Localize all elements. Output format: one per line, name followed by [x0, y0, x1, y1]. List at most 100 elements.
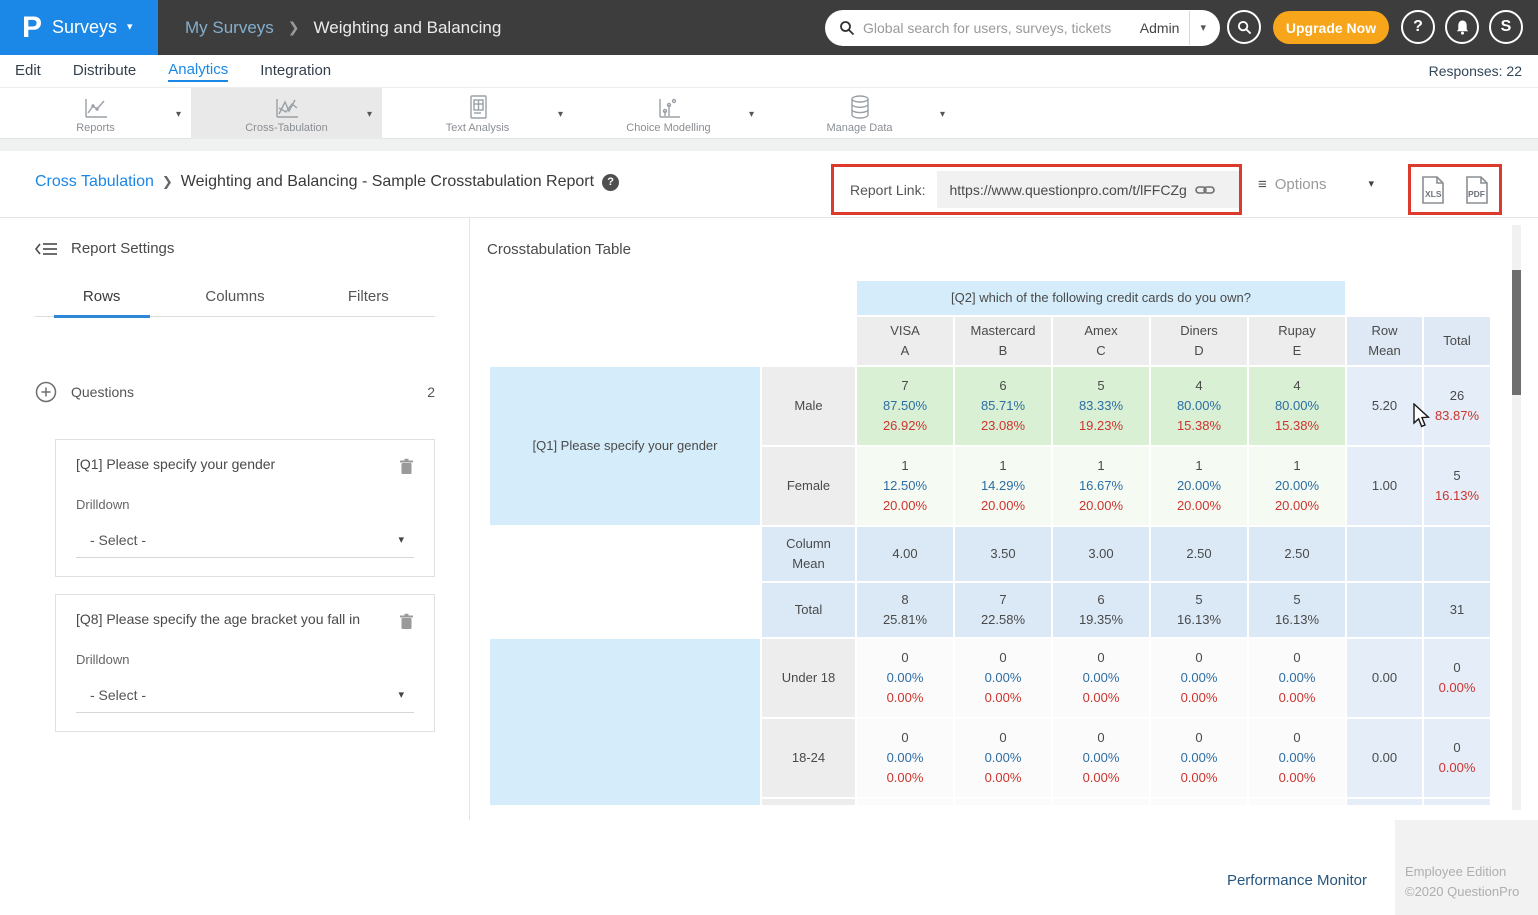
drilldown-select[interactable]: - Select - ▾ — [76, 526, 414, 558]
performance-monitor-link[interactable]: Performance Monitor — [1227, 872, 1367, 889]
nav-integration[interactable]: Integration — [260, 62, 331, 81]
tab-filters[interactable]: Filters — [302, 280, 435, 316]
row-total-cell — [1424, 527, 1490, 581]
data-cell: 2.50 — [1151, 527, 1247, 581]
row-header-cell: Under 18 — [762, 639, 855, 717]
data-cell: 3.00 — [1053, 527, 1149, 581]
data-cell: 3.50 — [955, 527, 1051, 581]
notifications-button[interactable] — [1445, 10, 1479, 44]
row-mean-cell — [1347, 527, 1422, 581]
crosstab-table-title: Crosstabulation Table — [487, 241, 631, 258]
settings-title: Report Settings — [71, 240, 174, 257]
tool-manage-data[interactable]: Manage Data ▾ — [764, 88, 955, 139]
data-cell: 4.00 — [857, 527, 953, 581]
edition-label: Employee Edition — [1405, 862, 1538, 882]
data-cell: 00.00%0.00% — [1053, 719, 1149, 797]
avatar-initial: S — [1501, 18, 1512, 36]
add-question-icon[interactable] — [35, 381, 57, 403]
data-cell — [1151, 799, 1247, 805]
copyright-label: ©2020 QuestionPro — [1405, 882, 1538, 902]
tab-rows[interactable]: Rows — [35, 280, 168, 316]
data-cell — [1053, 799, 1149, 805]
search-icon — [839, 20, 855, 36]
row-header-cell: Female — [762, 447, 855, 525]
row-header-cell: 18-24 — [762, 719, 855, 797]
drilldown-select[interactable]: - Select - ▾ — [76, 681, 414, 713]
product-switcher[interactable]: P Surveys ▾ — [0, 0, 158, 55]
help-button[interactable]: ? — [1401, 10, 1435, 44]
chevron-down-icon[interactable]: ▾ — [558, 109, 563, 120]
column-header: VISAA — [857, 317, 953, 365]
chevron-down-icon: ▾ — [1368, 179, 1374, 190]
tab-columns[interactable]: Columns — [168, 280, 301, 316]
report-link-url[interactable]: https://www.questionpro.com/t/lFFCZg — [949, 182, 1186, 198]
chevron-down-icon[interactable]: ▾ — [176, 109, 181, 120]
data-cell — [955, 799, 1051, 805]
report-breadcrumb: Cross Tabulation ❯ Weighting and Balanci… — [35, 173, 619, 191]
tool-text-analysis[interactable]: Text Analysis ▾ — [382, 88, 573, 139]
list-icon: ≡ — [1258, 176, 1267, 193]
search-scope-selector[interactable]: Admin — [1134, 20, 1190, 36]
crosstab-table-viewport: [Q2] which of the following credit cards… — [490, 281, 1492, 805]
data-cell: 00.00%0.00% — [1151, 719, 1247, 797]
data-cell: 112.50%20.00% — [857, 447, 953, 525]
data-cell: 825.81% — [857, 583, 953, 637]
data-cell: 00.00%0.00% — [1249, 719, 1345, 797]
edition-box: Employee Edition ©2020 QuestionPro — [1395, 820, 1538, 915]
delete-question-icon[interactable] — [399, 458, 414, 475]
data-cell: 480.00%15.38% — [1151, 367, 1247, 445]
breadcrumb-my-surveys[interactable]: My Surveys — [185, 18, 274, 38]
search-scope-caret-icon[interactable]: ▾ — [1190, 23, 1208, 34]
scrollbar-thumb[interactable] — [1512, 270, 1521, 395]
user-avatar[interactable]: S — [1489, 10, 1523, 44]
pdf-label: PDF — [1468, 189, 1485, 199]
vertical-scrollbar[interactable] — [1512, 225, 1521, 810]
collapse-menu-icon — [35, 242, 57, 256]
chevron-down-icon[interactable]: ▾ — [367, 109, 372, 120]
data-cell: 480.00%15.38% — [1249, 367, 1345, 445]
row-header-cell: Column Mean — [762, 527, 855, 581]
tool-choice-modelling[interactable]: Choice Modelling ▾ — [573, 88, 764, 139]
options-menu[interactable]: ≡ Options ▾ — [1258, 176, 1374, 193]
data-cell — [857, 799, 953, 805]
report-content: Cross Tabulation ❯ Weighting and Balanci… — [0, 151, 1538, 820]
row-mean-cell: 0.00 — [1347, 719, 1422, 797]
search-input[interactable] — [863, 20, 1134, 36]
report-settings-header[interactable]: Report Settings — [35, 240, 174, 257]
report-title: Weighting and Balancing - Sample Crossta… — [181, 173, 594, 191]
delete-question-icon[interactable] — [399, 613, 414, 630]
export-xls-button[interactable]: XLS — [1418, 174, 1448, 206]
link-icon[interactable] — [1195, 183, 1215, 197]
data-cell: 516.13% — [1151, 583, 1247, 637]
database-icon — [848, 94, 872, 120]
questions-label: Questions — [71, 384, 134, 400]
column-header: MastercardB — [955, 317, 1051, 365]
chevron-down-icon[interactable]: ▾ — [940, 109, 945, 120]
top-bar: P Surveys ▾ My Surveys ❯ Weighting and B… — [0, 0, 1538, 55]
row-total-cell: 00.00% — [1424, 719, 1490, 797]
search-button[interactable] — [1227, 10, 1261, 44]
help-icon[interactable]: ? — [602, 174, 619, 191]
export-pdf-button[interactable]: PDF — [1462, 174, 1492, 206]
report-title-row: Cross Tabulation ❯ Weighting and Balanci… — [0, 151, 1538, 218]
tool-cross-tabulation[interactable]: Cross-Tabulation ▾ — [191, 88, 382, 139]
chevron-down-icon: ▾ — [127, 22, 133, 33]
upgrade-now-button[interactable]: Upgrade Now — [1273, 11, 1389, 44]
data-cell: 116.67%20.00% — [1053, 447, 1149, 525]
nav-distribute[interactable]: Distribute — [73, 62, 136, 81]
chevron-down-icon[interactable]: ▾ — [749, 109, 754, 120]
row-header-cell: Total — [762, 583, 855, 637]
scatter-chart-icon — [656, 94, 682, 120]
tool-reports[interactable]: Reports ▾ — [0, 88, 191, 139]
data-cell: 120.00%20.00% — [1249, 447, 1345, 525]
data-cell: 00.00%0.00% — [1249, 639, 1345, 717]
nav-edit[interactable]: Edit — [15, 62, 41, 81]
nav-analytics[interactable]: Analytics — [168, 61, 228, 82]
export-group-annotation: XLS PDF — [1408, 164, 1502, 215]
report-link-field[interactable]: https://www.questionpro.com/t/lFFCZg — [937, 171, 1239, 208]
crosstab-table: [Q2] which of the following credit cards… — [490, 281, 1492, 805]
row-question-cell — [490, 639, 760, 805]
question-card-q1: [Q1] Please specify your gender Drilldow… — [55, 439, 435, 577]
cross-tabulation-link[interactable]: Cross Tabulation — [35, 173, 154, 191]
questions-section-header: Questions 2 — [35, 381, 435, 403]
